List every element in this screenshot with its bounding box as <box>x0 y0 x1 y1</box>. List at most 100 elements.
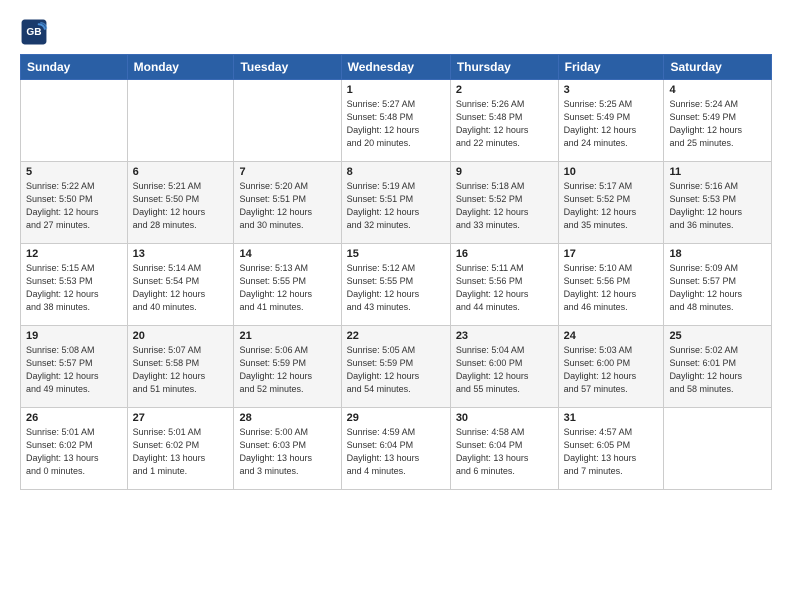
weekday-header-wednesday: Wednesday <box>341 55 450 80</box>
day-info: Sunrise: 4:58 AM Sunset: 6:04 PM Dayligh… <box>456 426 553 478</box>
weekday-header-friday: Friday <box>558 55 664 80</box>
calendar-cell: 27 Sunrise: 5:01 AM Sunset: 6:02 PM Dayli… <box>127 408 234 490</box>
day-number: 21 <box>239 330 335 342</box>
calendar-cell: 20 Sunrise: 5:07 AM Sunset: 5:58 PM Dayli… <box>127 326 234 408</box>
calendar-cell: 17Sunrise: 5:10 AM Sunset: 5:56 PM Dayli… <box>558 244 664 326</box>
day-info: Sunrise: 5:15 AM Sunset: 5:53 PM Dayligh… <box>26 262 122 314</box>
day-number: 6 <box>133 166 229 178</box>
day-number: 4 <box>669 84 766 96</box>
day-number: 19 <box>26 330 122 342</box>
day-info: Sunrise: 5:20 AM Sunset: 5:51 PM Dayligh… <box>239 180 335 232</box>
calendar-cell: 25 Sunrise: 5:02 AM Sunset: 6:01 PM Dayli… <box>664 326 772 408</box>
day-number: 14 <box>239 248 335 260</box>
day-info: Sunrise: 5:09 AM Sunset: 5:57 PM Dayligh… <box>669 262 766 314</box>
day-info: Sunrise: 5:05 AM Sunset: 5:59 PM Dayligh… <box>347 344 445 396</box>
calendar-cell: 28 Sunrise: 5:00 AM Sunset: 6:03 PM Dayli… <box>234 408 341 490</box>
day-info: Sunrise: 5:19 AM Sunset: 5:51 PM Dayligh… <box>347 180 445 232</box>
day-number: 27 <box>133 412 229 424</box>
day-info: Sunrise: 5:25 AM Sunset: 5:49 PM Dayligh… <box>564 98 659 150</box>
day-number: 28 <box>239 412 335 424</box>
day-number: 9 <box>456 166 553 178</box>
day-number: 3 <box>564 84 659 96</box>
calendar-cell: 1 Sunrise: 5:27 AM Sunset: 5:48 PM Daylig… <box>341 80 450 162</box>
day-info: Sunrise: 5:26 AM Sunset: 5:48 PM Dayligh… <box>456 98 553 150</box>
calendar-cell <box>234 80 341 162</box>
day-number: 7 <box>239 166 335 178</box>
week-row-1: 1 Sunrise: 5:27 AM Sunset: 5:48 PM Daylig… <box>21 80 772 162</box>
calendar-cell <box>664 408 772 490</box>
day-number: 22 <box>347 330 445 342</box>
calendar-cell: 15 Sunrise: 5:12 AM Sunset: 5:55 PM Dayli… <box>341 244 450 326</box>
calendar-cell: 9 Sunrise: 5:18 AM Sunset: 5:52 PM Daylig… <box>450 162 558 244</box>
calendar-cell: 12 Sunrise: 5:15 AM Sunset: 5:53 PM Dayli… <box>21 244 128 326</box>
calendar-cell: 10Sunrise: 5:17 AM Sunset: 5:52 PM Dayli… <box>558 162 664 244</box>
weekday-header-saturday: Saturday <box>664 55 772 80</box>
day-info: Sunrise: 5:10 AM Sunset: 5:56 PM Dayligh… <box>564 262 659 314</box>
day-number: 25 <box>669 330 766 342</box>
day-info: Sunrise: 5:12 AM Sunset: 5:55 PM Dayligh… <box>347 262 445 314</box>
calendar-cell: 30 Sunrise: 4:58 AM Sunset: 6:04 PM Dayli… <box>450 408 558 490</box>
calendar-table: SundayMondayTuesdayWednesdayThursdayFrid… <box>20 54 772 490</box>
day-number: 23 <box>456 330 553 342</box>
day-info: Sunrise: 5:21 AM Sunset: 5:50 PM Dayligh… <box>133 180 229 232</box>
calendar-cell: 29 Sunrise: 4:59 AM Sunset: 6:04 PM Dayli… <box>341 408 450 490</box>
weekday-header-monday: Monday <box>127 55 234 80</box>
day-info: Sunrise: 5:01 AM Sunset: 6:02 PM Dayligh… <box>133 426 229 478</box>
day-number: 18 <box>669 248 766 260</box>
day-info: Sunrise: 5:07 AM Sunset: 5:58 PM Dayligh… <box>133 344 229 396</box>
day-info: Sunrise: 5:04 AM Sunset: 6:00 PM Dayligh… <box>456 344 553 396</box>
calendar-cell: 16Sunrise: 5:11 AM Sunset: 5:56 PM Dayli… <box>450 244 558 326</box>
day-info: Sunrise: 5:11 AM Sunset: 5:56 PM Dayligh… <box>456 262 553 314</box>
day-number: 13 <box>133 248 229 260</box>
day-number: 20 <box>133 330 229 342</box>
calendar-cell: 4 Sunrise: 5:24 AM Sunset: 5:49 PM Daylig… <box>664 80 772 162</box>
calendar-cell: 11Sunrise: 5:16 AM Sunset: 5:53 PM Dayli… <box>664 162 772 244</box>
day-number: 31 <box>564 412 659 424</box>
weekday-header-sunday: Sunday <box>21 55 128 80</box>
day-number: 29 <box>347 412 445 424</box>
day-info: Sunrise: 5:02 AM Sunset: 6:01 PM Dayligh… <box>669 344 766 396</box>
day-number: 30 <box>456 412 553 424</box>
header: GB <box>20 18 772 46</box>
day-info: Sunrise: 5:08 AM Sunset: 5:57 PM Dayligh… <box>26 344 122 396</box>
day-info: Sunrise: 5:27 AM Sunset: 5:48 PM Dayligh… <box>347 98 445 150</box>
day-info: Sunrise: 5:18 AM Sunset: 5:52 PM Dayligh… <box>456 180 553 232</box>
day-info: Sunrise: 5:00 AM Sunset: 6:03 PM Dayligh… <box>239 426 335 478</box>
day-number: 11 <box>669 166 766 178</box>
day-info: Sunrise: 5:14 AM Sunset: 5:54 PM Dayligh… <box>133 262 229 314</box>
calendar-cell: 14Sunrise: 5:13 AM Sunset: 5:55 PM Dayli… <box>234 244 341 326</box>
day-number: 1 <box>347 84 445 96</box>
day-info: Sunrise: 5:03 AM Sunset: 6:00 PM Dayligh… <box>564 344 659 396</box>
page: GB SundayMondayTuesdayWednesdayThursdayF… <box>0 0 792 612</box>
day-number: 2 <box>456 84 553 96</box>
calendar-cell: 8 Sunrise: 5:19 AM Sunset: 5:51 PM Daylig… <box>341 162 450 244</box>
day-number: 12 <box>26 248 122 260</box>
calendar-cell <box>127 80 234 162</box>
week-row-3: 12 Sunrise: 5:15 AM Sunset: 5:53 PM Dayli… <box>21 244 772 326</box>
logo-icon: GB <box>20 18 48 46</box>
calendar-cell: 18 Sunrise: 5:09 AM Sunset: 5:57 PM Dayli… <box>664 244 772 326</box>
week-row-2: 5 Sunrise: 5:22 AM Sunset: 5:50 PM Daylig… <box>21 162 772 244</box>
day-number: 10 <box>564 166 659 178</box>
weekday-header-row: SundayMondayTuesdayWednesdayThursdayFrid… <box>21 55 772 80</box>
day-info: Sunrise: 5:01 AM Sunset: 6:02 PM Dayligh… <box>26 426 122 478</box>
day-number: 5 <box>26 166 122 178</box>
calendar-cell: 6 Sunrise: 5:21 AM Sunset: 5:50 PM Daylig… <box>127 162 234 244</box>
calendar-cell: 21 Sunrise: 5:06 AM Sunset: 5:59 PM Dayli… <box>234 326 341 408</box>
day-number: 26 <box>26 412 122 424</box>
calendar-cell: 23 Sunrise: 5:04 AM Sunset: 6:00 PM Dayli… <box>450 326 558 408</box>
week-row-4: 19 Sunrise: 5:08 AM Sunset: 5:57 PM Dayli… <box>21 326 772 408</box>
weekday-header-tuesday: Tuesday <box>234 55 341 80</box>
day-info: Sunrise: 4:57 AM Sunset: 6:05 PM Dayligh… <box>564 426 659 478</box>
calendar-cell <box>21 80 128 162</box>
day-info: Sunrise: 4:59 AM Sunset: 6:04 PM Dayligh… <box>347 426 445 478</box>
day-info: Sunrise: 5:24 AM Sunset: 5:49 PM Dayligh… <box>669 98 766 150</box>
calendar-cell: 5 Sunrise: 5:22 AM Sunset: 5:50 PM Daylig… <box>21 162 128 244</box>
calendar-cell: 31 Sunrise: 4:57 AM Sunset: 6:05 PM Dayli… <box>558 408 664 490</box>
day-number: 8 <box>347 166 445 178</box>
calendar-cell: 13 Sunrise: 5:14 AM Sunset: 5:54 PM Dayli… <box>127 244 234 326</box>
day-info: Sunrise: 5:22 AM Sunset: 5:50 PM Dayligh… <box>26 180 122 232</box>
day-number: 15 <box>347 248 445 260</box>
day-info: Sunrise: 5:06 AM Sunset: 5:59 PM Dayligh… <box>239 344 335 396</box>
logo: GB <box>20 18 50 46</box>
